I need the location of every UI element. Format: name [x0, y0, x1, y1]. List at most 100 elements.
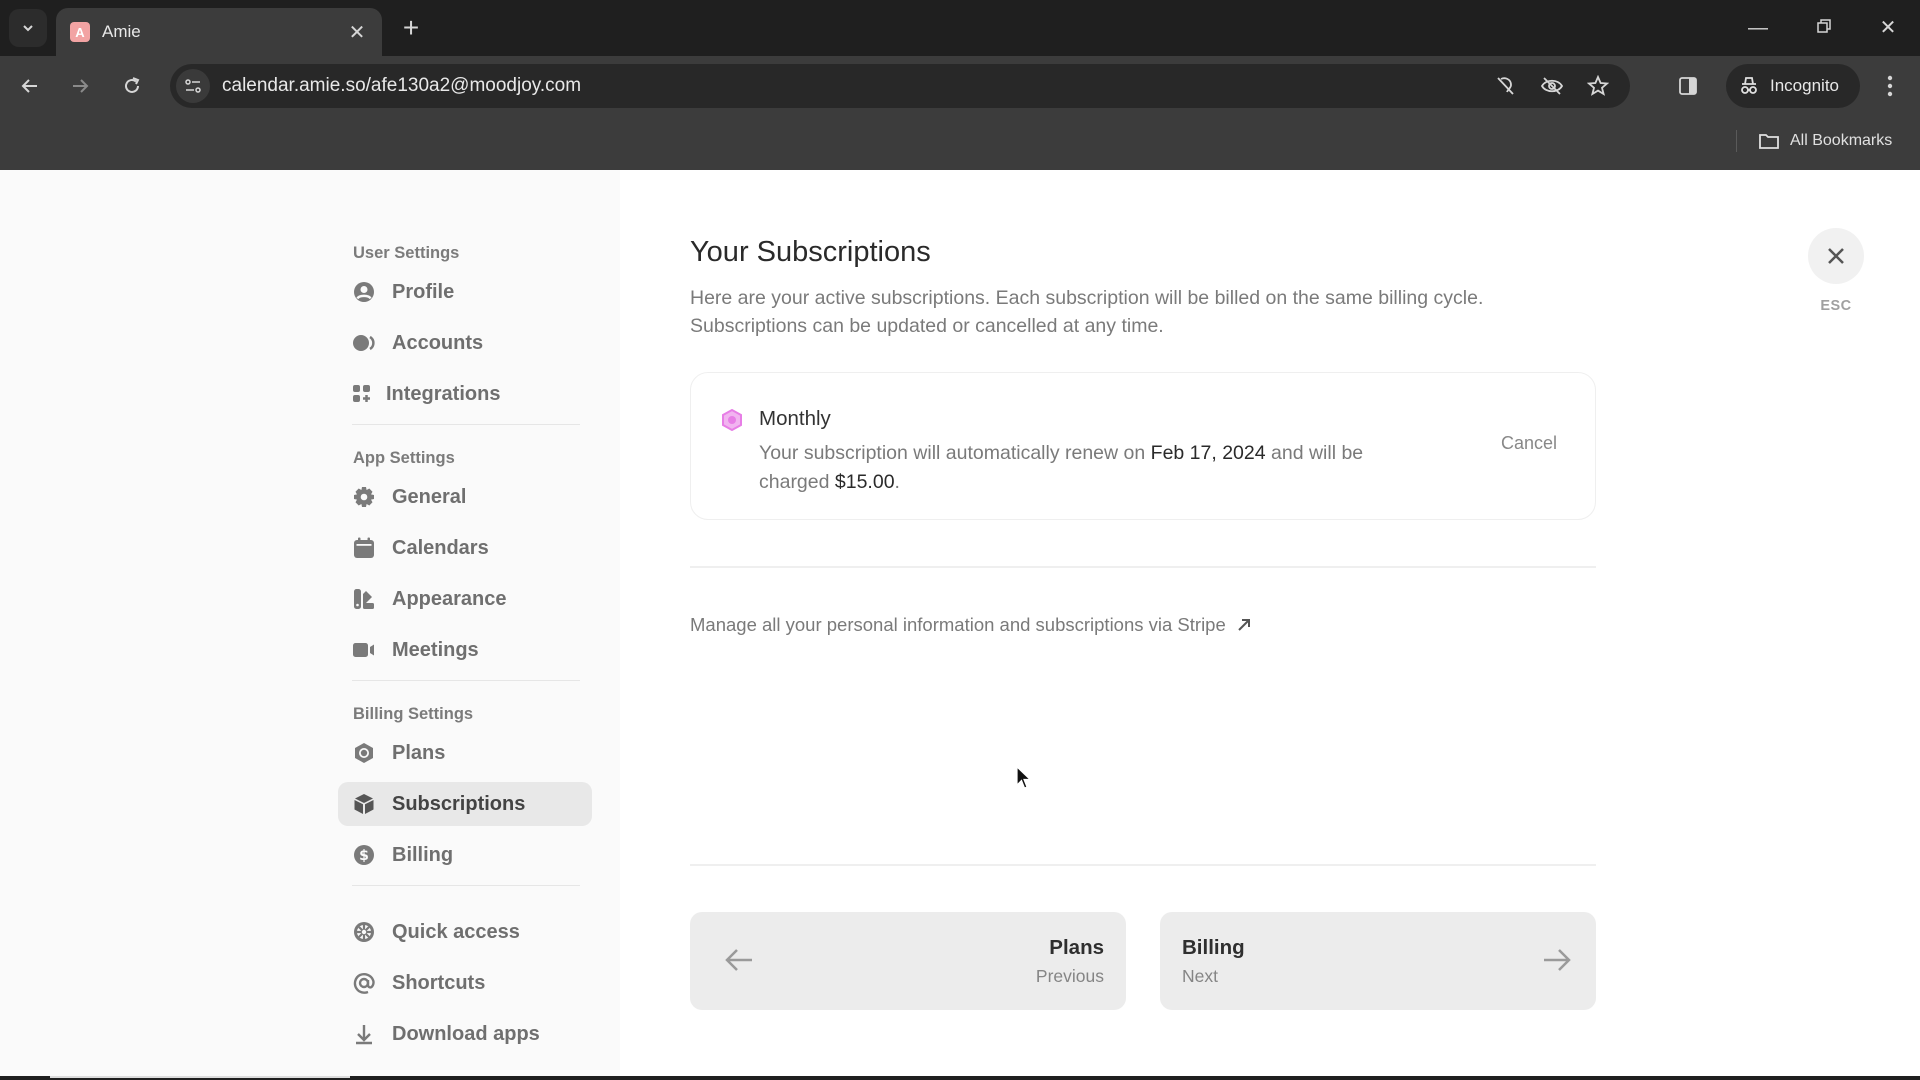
settings-page: User Settings Profile Accounts Integrati…	[0, 170, 1920, 1076]
sidebar-item-label: Meetings	[392, 638, 479, 661]
chevron-down-icon	[23, 25, 33, 32]
sidebar-item-billing[interactable]: $ Billing	[338, 833, 592, 877]
taskbar-edge	[0, 1076, 1920, 1080]
sidebar-item-label: Accounts	[392, 331, 484, 354]
billing-settings-heading: Billing Settings	[353, 705, 474, 723]
all-bookmarks-label: All Bookmarks	[1790, 132, 1893, 149]
page-title: Your Subscriptions	[690, 236, 931, 268]
subscription-card: Monthly Your subscription will automatic…	[690, 372, 1596, 520]
close-settings: ESC	[1808, 228, 1864, 314]
sidebar-item-general[interactable]: General	[338, 475, 592, 519]
close-settings-button[interactable]	[1808, 228, 1864, 284]
renewal-suffix: .	[894, 471, 900, 493]
kebab-menu-icon[interactable]	[1876, 70, 1904, 102]
sidebar-item-profile[interactable]: Profile	[338, 270, 592, 314]
sidebar-item-label: Download apps	[392, 1022, 540, 1045]
forward-icon[interactable]	[64, 70, 96, 102]
minimize-icon[interactable]: —	[1738, 10, 1778, 46]
sidebar-item-plans[interactable]: Plans	[338, 731, 592, 775]
tab-close-icon[interactable]: ✕	[346, 20, 368, 45]
video-icon	[352, 638, 376, 662]
svg-text:$: $	[359, 848, 369, 864]
stripe-link-label: Manage all your personal information and…	[690, 614, 1226, 635]
address-bar[interactable]: calendar.amie.so/afe130a2@moodjoy.com	[170, 64, 1630, 108]
section-divider	[690, 864, 1596, 866]
sidebar-item-label: Calendars	[392, 536, 489, 559]
sidebar-item-integrations[interactable]: Integrations	[338, 372, 592, 416]
star-icon[interactable]	[1584, 72, 1612, 100]
site-settings-icon[interactable]	[176, 69, 210, 103]
grid-plus-icon	[350, 382, 374, 406]
download-icon	[352, 1022, 376, 1046]
sidebar-item-label: Profile	[392, 280, 455, 303]
window-close-icon[interactable]: ✕	[1868, 10, 1908, 46]
sidebar-item-label: Appearance	[392, 587, 507, 610]
incognito-icon	[1741, 77, 1757, 94]
reload-icon[interactable]	[116, 70, 148, 102]
sidebar-item-label: Plans	[392, 741, 446, 764]
external-link-icon	[1236, 617, 1252, 633]
user-circle-icon	[352, 280, 376, 304]
sidebar-item-subscriptions[interactable]: Subscriptions	[338, 782, 592, 826]
all-bookmarks-button[interactable]: All Bookmarks	[1758, 126, 1892, 156]
plan-name: Monthly	[759, 407, 831, 430]
sidebar-item-shortcuts[interactable]: Shortcuts	[338, 961, 592, 1005]
tab-search-button[interactable]	[9, 9, 47, 47]
app-settings-heading: App Settings	[353, 449, 455, 467]
sidebar-item-label: General	[392, 485, 467, 508]
incognito-profile-button[interactable]: Incognito	[1726, 64, 1860, 108]
renewal-text: Your subscription will automatically ren…	[759, 439, 1399, 497]
user-settings-heading: User Settings	[353, 244, 460, 262]
sidebar-item-label: Subscriptions	[392, 792, 526, 815]
settings-nav: User Settings Profile Accounts Integrati…	[338, 240, 592, 1063]
palette-icon	[352, 587, 376, 611]
esc-hint: ESC	[1820, 298, 1852, 314]
sidebar-item-accounts[interactable]: Accounts	[338, 321, 592, 365]
tab-strip: A Amie ✕ + — ✕	[0, 0, 1920, 56]
bookmarks-separator	[1736, 130, 1737, 152]
incognito-label: Incognito	[1770, 76, 1839, 95]
sidebar-item-label: Shortcuts	[392, 971, 486, 994]
eye-off-icon[interactable]	[1538, 72, 1566, 100]
dollar-icon: $	[352, 843, 376, 867]
sidebar-item-download-apps[interactable]: Download apps	[338, 1012, 592, 1056]
sidebar-item-label: Quick access	[392, 920, 520, 943]
at-icon	[352, 971, 376, 995]
previous-page-button[interactable]: Plans Previous	[690, 912, 1126, 1010]
nav-divider	[352, 680, 580, 681]
next-page-button[interactable]: Billing Next	[1160, 912, 1596, 1010]
nav-divider	[352, 424, 580, 425]
description-line-2: Subscriptions can be updated or cancelle…	[690, 315, 1164, 337]
page-description: Here are your active subscriptions. Each…	[690, 284, 1610, 340]
restore-icon[interactable]	[1804, 10, 1844, 46]
arrow-left-icon	[724, 946, 754, 979]
folder-icon	[1759, 134, 1779, 149]
charge-amount: $15.00	[834, 471, 895, 493]
sidebar-item-quick-access[interactable]: Quick access	[338, 910, 592, 954]
sidebar-item-appearance[interactable]: Appearance	[338, 577, 592, 621]
browser-tab[interactable]: A Amie ✕	[56, 8, 382, 56]
cancel-subscription-button[interactable]: Cancel	[1501, 433, 1557, 454]
next-page-label: Next	[1182, 966, 1218, 986]
previous-page-label: Previous	[1035, 966, 1104, 986]
back-icon[interactable]	[14, 70, 46, 102]
new-tab-icon[interactable]: +	[396, 12, 426, 44]
side-panel-icon[interactable]	[1674, 72, 1702, 100]
calendar-icon	[352, 536, 376, 560]
sidebar-item-meetings[interactable]: Meetings	[338, 628, 592, 672]
hexagon-icon	[352, 741, 376, 765]
manage-via-stripe-link[interactable]: Manage all your personal information and…	[690, 614, 1252, 636]
sidebar-item-calendars[interactable]: Calendars	[338, 526, 592, 570]
tab-title: Amie	[102, 22, 141, 41]
description-line-1: Here are your active subscriptions. Each…	[690, 287, 1484, 309]
hexagon-plan-icon	[722, 409, 742, 431]
url-text[interactable]: calendar.amie.so/afe130a2@moodjoy.com	[222, 75, 1492, 97]
section-divider	[690, 566, 1596, 568]
tracking-off-icon[interactable]	[1492, 72, 1520, 100]
gear-icon	[352, 485, 376, 509]
next-page-title: Billing	[1182, 936, 1245, 959]
wheel-icon	[352, 920, 376, 944]
mouse-cursor-icon	[1016, 766, 1032, 789]
accounts-icon	[352, 331, 376, 355]
settings-sidebar: User Settings Profile Accounts Integrati…	[0, 170, 620, 1076]
